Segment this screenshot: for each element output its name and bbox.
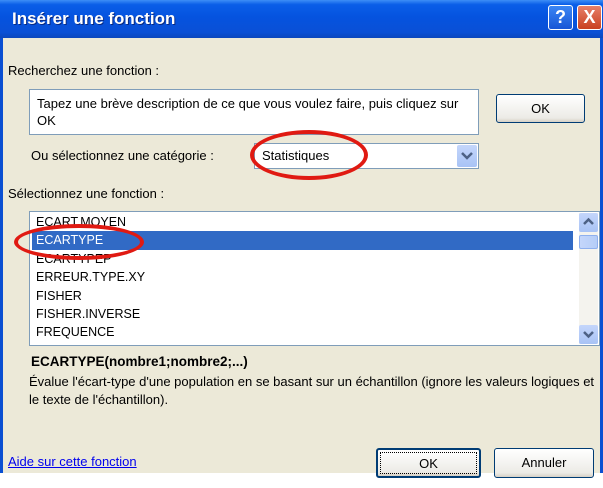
search-label: Recherchez une fonction :: [8, 63, 160, 78]
scroll-up-button[interactable]: [579, 213, 598, 232]
function-list-label: Sélectionnez une fonction :: [8, 186, 165, 201]
cancel-button[interactable]: Annuler: [494, 448, 594, 478]
scroll-thumb[interactable]: [579, 235, 598, 249]
list-item[interactable]: FISHER: [32, 287, 573, 305]
close-icon: X: [583, 7, 596, 27]
window-title: Insérer une fonction: [12, 9, 176, 28]
help-link[interactable]: Aide sur cette fonction: [8, 454, 137, 469]
list-item[interactable]: ERREUR.TYPE.XY: [32, 268, 573, 286]
help-icon: ?: [555, 7, 566, 27]
help-button[interactable]: ?: [548, 5, 573, 30]
vertical-scrollbar[interactable]: [579, 213, 598, 344]
annotation-circle-category: [250, 130, 368, 180]
chevron-down-icon[interactable]: [457, 145, 477, 167]
title-bar[interactable]: Insérer une fonction ? X: [0, 0, 603, 38]
close-button[interactable]: X: [577, 5, 602, 30]
chevron-down-icon: [583, 331, 594, 339]
list-item[interactable]: FISHER.INVERSE: [32, 305, 573, 323]
function-signature: ECARTYPE(nombre1;nombre2;...): [31, 354, 248, 369]
search-input[interactable]: Tapez une brève description de ce que vo…: [29, 89, 479, 135]
list-item[interactable]: FREQUENCE: [32, 323, 573, 341]
search-ok-button[interactable]: OK: [496, 94, 585, 123]
scroll-down-button[interactable]: [579, 325, 598, 344]
chevron-up-icon: [583, 217, 594, 225]
ok-button[interactable]: OK: [376, 448, 481, 478]
function-description: Évalue l'écart-type d'une population en …: [29, 374, 595, 407]
category-label: Ou sélectionnez une catégorie :: [31, 148, 214, 163]
annotation-circle-function: [14, 224, 144, 260]
